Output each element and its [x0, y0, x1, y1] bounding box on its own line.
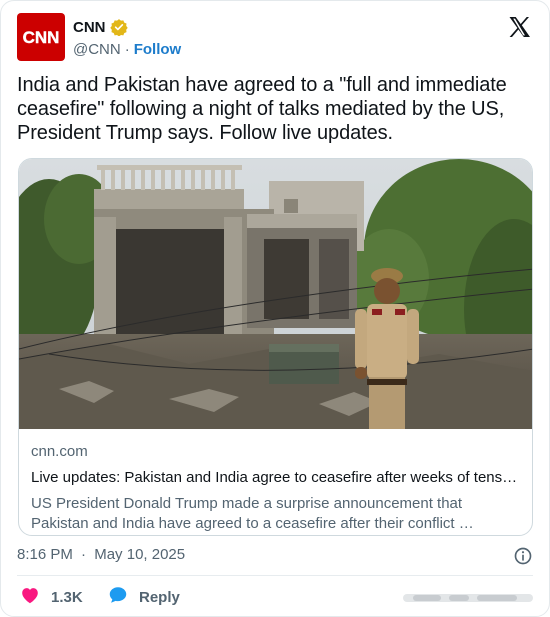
account-handle[interactable]: @CNN: [73, 41, 121, 58]
link-title[interactable]: Live updates: Pakistan and India agree t…: [31, 469, 520, 489]
follow-button[interactable]: Follow: [134, 41, 182, 58]
account-names: CNN @CNN · Follow: [73, 17, 181, 59]
tweet-date[interactable]: May 10, 2025: [94, 546, 185, 563]
info-icon[interactable]: [513, 546, 533, 566]
account-name[interactable]: CNN: [73, 19, 106, 36]
separator-dot: ·: [81, 546, 87, 563]
damaged-house-photo: [19, 159, 532, 429]
link-preview-card[interactable]: cnn.com Live updates: Pakistan and India…: [18, 158, 533, 536]
link-domain[interactable]: cnn.com: [31, 443, 520, 463]
tweet-text: India and Pakistan have agreed to a "ful…: [17, 74, 507, 144]
reply-label: Reply: [139, 588, 180, 606]
like-button[interactable]: 1.3K: [19, 585, 83, 609]
separator-dot: ·: [124, 40, 130, 58]
watermark-blur: [403, 591, 533, 605]
x-logo-icon[interactable]: [507, 15, 531, 39]
link-meta: cnn.com Live updates: Pakistan and India…: [31, 443, 520, 534]
divider: [17, 575, 533, 576]
timestamp-row: 8:16 PM · May 10, 2025: [17, 546, 533, 566]
tweet-header: CNN CNN @CNN · Follow: [17, 13, 533, 63]
link-description[interactable]: US President Donald Trump made a surpris…: [31, 494, 520, 534]
article-photo[interactable]: [19, 159, 532, 429]
reply-bubble-icon: [107, 584, 129, 611]
like-count: 1.3K: [51, 588, 83, 606]
verified-icon: [109, 18, 128, 37]
cnn-logo-icon: CNN: [22, 28, 60, 47]
reply-button[interactable]: Reply: [107, 585, 180, 609]
tweet-time[interactable]: 8:16 PM: [17, 546, 73, 563]
heart-icon: [19, 584, 41, 611]
svg-text:CNN: CNN: [23, 28, 60, 47]
tweet-embed-card: CNN CNN @CNN · Follow India and Pakistan…: [0, 0, 550, 617]
action-bar: 1.3K Reply: [17, 585, 533, 609]
avatar[interactable]: CNN: [17, 13, 65, 61]
